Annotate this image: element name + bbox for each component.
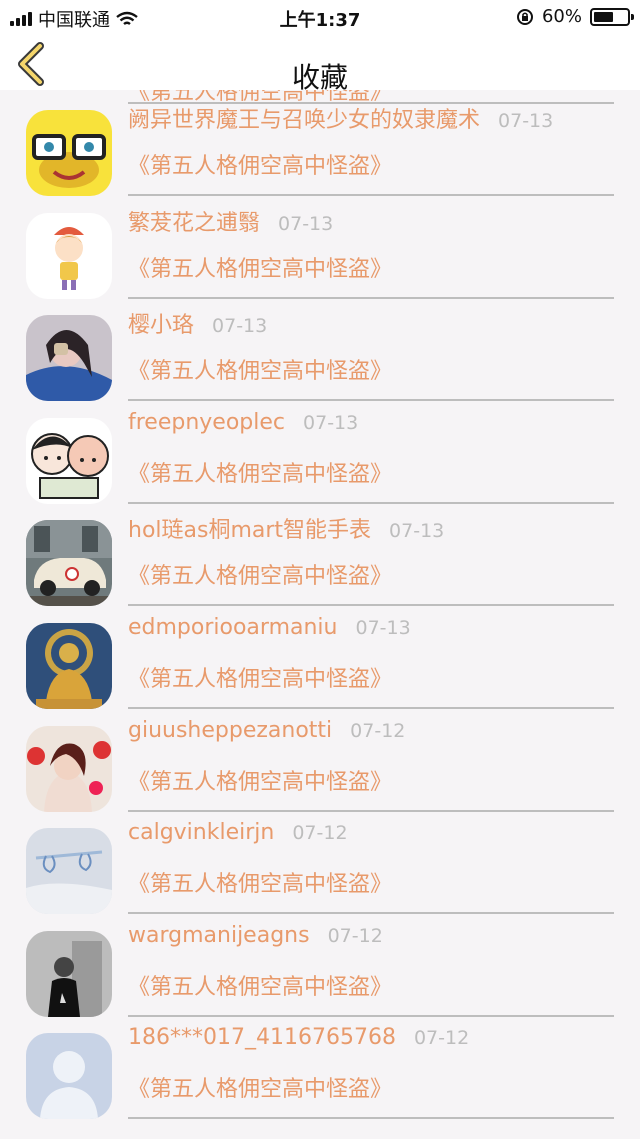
date-label: 07-12: [292, 822, 348, 845]
battery-icon: [590, 7, 634, 26]
date-label: 07-12: [327, 924, 383, 947]
favorites-list[interactable]: 《第五人格佣空高中怪盗》 阙异世界魔王与召唤少女的奴隶魔术 07-13 《第五人格…: [0, 90, 640, 1139]
date-label: 07-12: [413, 1027, 470, 1050]
date-label: 07-13: [498, 110, 554, 132]
list-item[interactable]: hol琏as桐mart智能手表 07-13 《第五人格佣空高中怪盗》: [0, 512, 640, 614]
divider: [128, 809, 614, 812]
list-item[interactable]: edmporiooarmaniu 07-13 《第五人格佣空高中怪盗》: [0, 615, 640, 717]
book-title[interactable]: 《第五人格佣空高中怪盗》: [128, 456, 392, 488]
status-right: 60%: [516, 6, 634, 27]
avatar[interactable]: [26, 1033, 112, 1120]
avatar[interactable]: [26, 930, 112, 1017]
user-name-line: 繁茇花之逋翳 07-13: [128, 205, 333, 237]
divider: [128, 1117, 614, 1120]
divider: [128, 296, 614, 299]
user-name: 樱小珞: [128, 313, 195, 339]
book-title[interactable]: 《第五人格佣空高中怪盗》: [128, 866, 392, 898]
divider: [128, 604, 614, 607]
avatar[interactable]: [26, 417, 112, 504]
date-label: 07-13: [389, 520, 445, 543]
user-name: wargmanijeagns: [128, 922, 310, 948]
list-item[interactable]: 186***017_4116765768 07-12 《第五人格佣空高中怪盗》: [0, 1025, 640, 1127]
list-item[interactable]: freepnyeoplec 07-13 《第五人格佣空高中怪盗》: [0, 410, 640, 512]
book-title[interactable]: 《第五人格佣空高中怪盗》: [128, 148, 392, 180]
list-item[interactable]: 樱小珞 07-13 《第五人格佣空高中怪盗》: [0, 307, 640, 409]
list-item[interactable]: 繁茇花之逋翳 07-13 《第五人格佣空高中怪盗》: [0, 205, 640, 307]
nav-bar: 收藏: [0, 36, 640, 94]
list-item[interactable]: giuusheppezanotti 07-12 《第五人格佣空高中怪盗》: [0, 718, 640, 820]
divider: [128, 399, 614, 402]
book-title[interactable]: 《第五人格佣空高中怪盗》: [128, 558, 392, 590]
avatar[interactable]: [26, 212, 112, 299]
user-name-line: 阙异世界魔王与召唤少女的奴隶魔术 07-13: [128, 102, 553, 134]
list-item[interactable]: 阙异世界魔王与召唤少女的奴隶魔术 07-13 《第五人格佣空高中怪盗》: [0, 102, 640, 204]
avatar[interactable]: [26, 725, 112, 812]
divider: [128, 194, 614, 196]
user-name-line: freepnyeoplec 07-13: [128, 410, 358, 435]
user-name: 阙异世界魔王与召唤少女的奴隶魔术: [128, 108, 481, 133]
user-name: calgvinkleirjn: [128, 820, 275, 846]
divider: [128, 707, 614, 709]
user-name-line: hol琏as桐mart智能手表 07-13: [128, 512, 444, 544]
rotation-lock-icon: [516, 8, 533, 25]
user-name: giuusheppezanotti: [128, 717, 333, 743]
page-title: 收藏: [291, 61, 348, 94]
user-name: 繁茇花之逋翳: [128, 210, 261, 236]
battery-percent: 60%: [541, 6, 582, 27]
book-title[interactable]: 《第五人格佣空高中怪盗》: [128, 353, 392, 385]
avatar[interactable]: [26, 315, 112, 402]
book-title[interactable]: 《第五人格佣空高中怪盗》: [128, 1071, 392, 1103]
user-name-line: edmporiooarmaniu 07-13: [128, 615, 411, 640]
user-name-line: wargmanijeagns 07-12: [128, 923, 383, 948]
list-item[interactable]: calgvinkleirjn 07-12 《第五人格佣空高中怪盗》: [0, 820, 640, 922]
user-name: 186***017_4116765768: [128, 1025, 396, 1051]
avatar[interactable]: [26, 520, 112, 607]
status-bar: 中国联通 上午1:37 60%: [0, 0, 640, 36]
book-title[interactable]: 《第五人格佣空高中怪盗》: [128, 764, 392, 796]
book-title[interactable]: 《第五人格佣空高中怪盗》: [128, 661, 392, 693]
list-item[interactable]: wargmanijeagns 07-12 《第五人格佣空高中怪盗》: [0, 923, 640, 1025]
date-label: 07-13: [355, 617, 411, 639]
divider: [128, 1014, 614, 1017]
date-label: 07-13: [303, 411, 359, 434]
user-name: freepnyeoplec: [128, 409, 286, 435]
book-title[interactable]: 《第五人格佣空高中怪盗》: [128, 969, 392, 1001]
divider: [128, 912, 614, 915]
book-title[interactable]: 《第五人格佣空高中怪盗》: [128, 251, 392, 283]
avatar[interactable]: [26, 110, 112, 196]
divider: [128, 501, 614, 504]
user-name-line: giuusheppezanotti 07-12: [128, 718, 405, 743]
user-name-line: 樱小珞 07-13: [128, 307, 267, 339]
user-name: hol琏as桐mart智能手表: [128, 518, 372, 544]
date-label: 07-13: [212, 315, 268, 338]
avatar[interactable]: [26, 828, 112, 915]
user-name: edmporiooarmaniu: [128, 615, 338, 640]
user-name-line: 186***017_4116765768 07-12: [128, 1025, 469, 1050]
date-label: 07-13: [278, 212, 334, 235]
avatar[interactable]: [26, 623, 112, 709]
date-label: 07-12: [350, 719, 406, 742]
user-name-line: calgvinkleirjn 07-12: [128, 820, 348, 845]
